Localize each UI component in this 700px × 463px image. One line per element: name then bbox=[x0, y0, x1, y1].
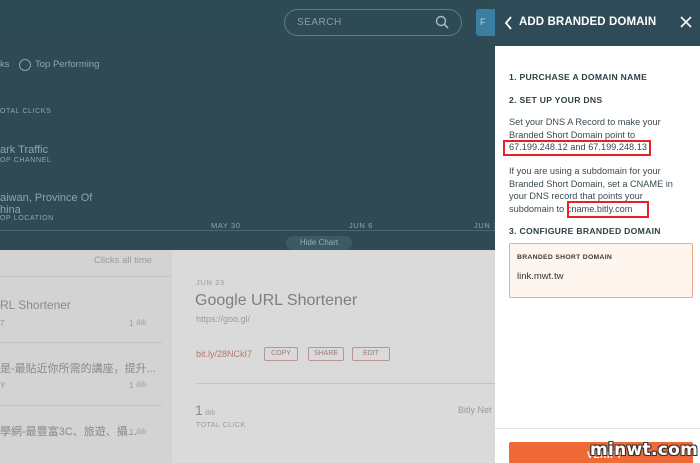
bitly-net-label: Bitly Net bbox=[458, 405, 492, 415]
total-click-label: TOTAL CLICK bbox=[196, 422, 246, 429]
cname-line-2: Branded Short Domain, set a CNAME in bbox=[509, 178, 673, 189]
dns-line-1: Set your DNS A Record to make your bbox=[509, 117, 661, 127]
top-channel-label: OP CHANNEL bbox=[0, 157, 52, 164]
list-item-count: 1 bbox=[129, 381, 134, 390]
watermark: minwt.com bbox=[590, 440, 699, 460]
branded-domain-label: BRANDED SHORT DOMAIN bbox=[517, 254, 613, 261]
close-icon[interactable] bbox=[680, 16, 692, 28]
bar-icon: ılılı bbox=[136, 318, 147, 327]
chart-date-label: JUN 6 bbox=[349, 221, 373, 230]
link-date: JUN 23 bbox=[196, 278, 225, 287]
drawer-title: ADD BRANDED DOMAIN bbox=[519, 16, 657, 28]
top-location-value-1: aiwan, Province Of bbox=[0, 192, 93, 204]
filter-top-performing[interactable]: Top Performing bbox=[35, 59, 99, 70]
link-detail: JUN 23 Google URL Shortener https://goo.… bbox=[172, 250, 495, 463]
copy-button[interactable]: COPY bbox=[264, 347, 298, 361]
bar-icon: ılılı bbox=[136, 427, 147, 436]
cname-line-4-prefix: subdomain to bbox=[509, 203, 565, 214]
links-list: Clicks all time RL Shortener 7 1 ılılı 是… bbox=[0, 250, 172, 463]
hide-chart-button[interactable]: Hide Chart bbox=[286, 236, 352, 250]
add-branded-domain-drawer: ADD BRANDED DOMAIN 1. PURCHASE A DOMAIN … bbox=[495, 0, 700, 463]
list-item-title: 學網-最豐富3C、旅遊、攝... bbox=[0, 426, 137, 438]
search-input[interactable]: SEARCH bbox=[297, 17, 342, 28]
hide-chart-label: Hide Chart bbox=[299, 238, 339, 247]
drawer-header: ADD BRANDED DOMAIN bbox=[495, 0, 700, 46]
cname-line-1: If you are using a subdomain for your bbox=[509, 166, 661, 176]
share-button[interactable]: SHARE bbox=[308, 347, 344, 361]
bar-icon: ılılı bbox=[205, 408, 216, 417]
divider bbox=[0, 342, 162, 343]
link-title: Google URL Shortener bbox=[195, 292, 358, 309]
branded-domain-field[interactable]: BRANDED SHORT DOMAIN bbox=[509, 243, 693, 298]
step-2-heading: 2. SET UP YOUR DNS bbox=[509, 95, 603, 105]
list-item-title: RL Shortener bbox=[0, 298, 71, 312]
link-url[interactable]: https://goo.gl/ bbox=[196, 314, 250, 324]
step-1-heading: 1. PURCHASE A DOMAIN NAME bbox=[509, 72, 648, 82]
top-location-label: OP LOCATION bbox=[0, 215, 54, 222]
short-link[interactable]: bit.ly/28NCkI7 bbox=[196, 349, 252, 359]
ip-highlight-box bbox=[503, 140, 651, 156]
list-item-count: 1 bbox=[129, 319, 134, 328]
total-clicks-value: 1 bbox=[195, 402, 203, 418]
drawer-footer-divider bbox=[495, 428, 700, 429]
divider bbox=[196, 383, 495, 384]
total-clicks-label: OTAL CLICKS bbox=[0, 108, 52, 115]
chart-date-label: MAY 30 bbox=[211, 221, 241, 230]
list-item-sub: Y bbox=[0, 381, 6, 390]
top-performing-radio[interactable] bbox=[19, 59, 31, 71]
step-3-heading: 3. CONFIGURE BRANDED DOMAIN bbox=[509, 226, 661, 236]
edit-button[interactable]: EDIT bbox=[352, 347, 390, 361]
search-box[interactable]: SEARCH bbox=[284, 9, 462, 36]
clicks-all-time-header[interactable]: Clicks all time bbox=[94, 255, 152, 266]
divider bbox=[0, 405, 162, 406]
search-icon[interactable] bbox=[435, 15, 449, 29]
top-channel-value: ark Traffic bbox=[0, 144, 49, 156]
chart-baseline bbox=[0, 230, 495, 231]
list-item-count: 1 bbox=[129, 428, 134, 437]
list-item-title: 是-最貼近你所需的講座，提升... bbox=[0, 363, 156, 375]
divider bbox=[0, 276, 172, 277]
branded-domain-input[interactable] bbox=[517, 269, 687, 283]
chevron-left-icon[interactable] bbox=[503, 15, 515, 31]
cname-highlight-box bbox=[567, 201, 649, 218]
list-item-sub: 7 bbox=[0, 319, 5, 328]
filter-clicks[interactable]: ks bbox=[0, 59, 10, 70]
bar-icon: ılılı bbox=[136, 380, 147, 389]
